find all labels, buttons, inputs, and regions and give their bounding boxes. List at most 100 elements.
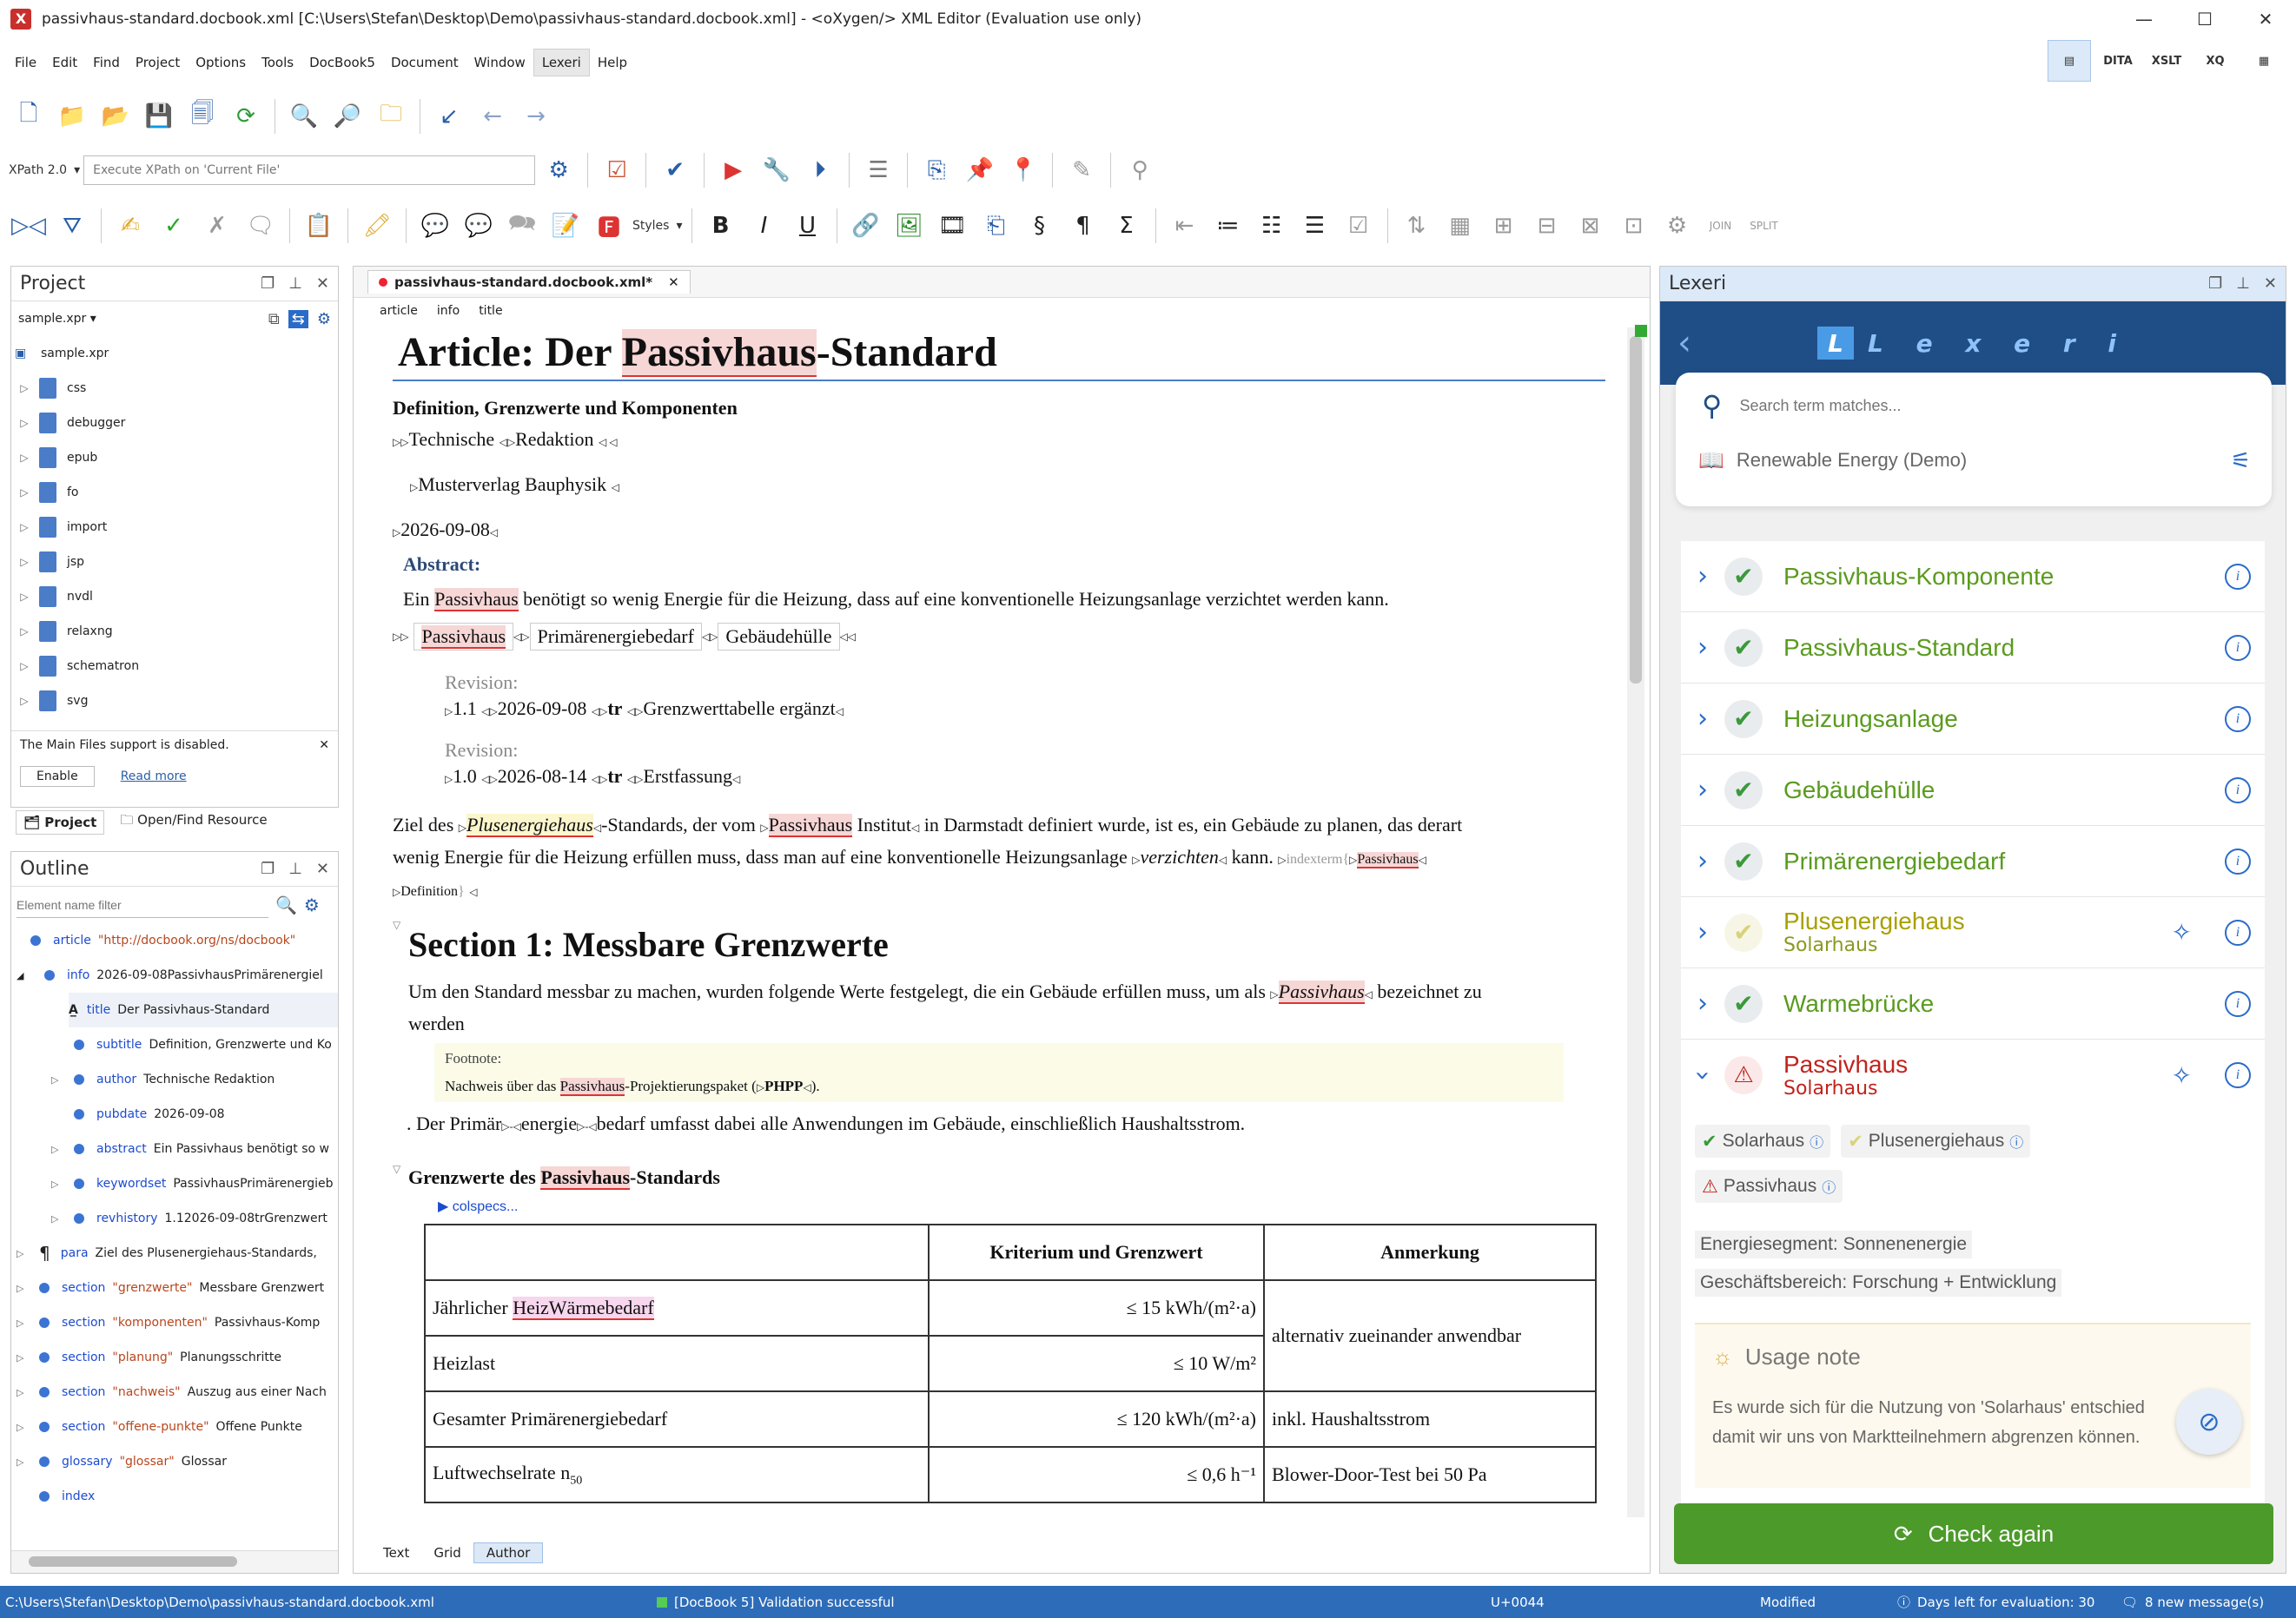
menu-docbook5[interactable]: DocBook5 — [301, 50, 383, 76]
info-icon[interactable]: i — [2225, 563, 2251, 590]
tab-project[interactable]: 🗂 Project — [16, 809, 105, 835]
term-passivhaus[interactable]: Passivhaus — [621, 329, 817, 377]
track-changes-icon[interactable]: ✍ — [110, 206, 150, 246]
insert-row-icon[interactable]: ⊞ — [1484, 206, 1524, 246]
menu-help[interactable]: Help — [590, 50, 635, 76]
outline-row-selected[interactable]: A̲ title Der Passivhaus-Standard — [69, 993, 338, 1027]
evaluation-info[interactable]: ⓘ Days left for evaluation: 30 — [1897, 1593, 2094, 1611]
insert-table-icon[interactable]: ▦ — [1440, 206, 1480, 246]
debug-transformation-icon[interactable]: ⏵ — [800, 150, 840, 190]
outline-row[interactable]: ▷ revhistory 1.12026-09-08trGrenzwert — [17, 1201, 338, 1236]
synonym-chip[interactable]: ✔ Solarhaus ⓘ — [1695, 1125, 1831, 1158]
link-icon[interactable]: 🔗 — [846, 206, 886, 246]
breadcrumb-info[interactable]: info — [437, 304, 460, 318]
fo-icon[interactable]: 🅵 — [589, 206, 629, 246]
xslt-perspective[interactable]: XSLT — [2145, 40, 2188, 82]
configure-transformation-icon[interactable]: 🔧 — [757, 150, 797, 190]
tab-author[interactable]: Author — [473, 1542, 544, 1563]
xpath-version-select[interactable]: XPath 2.0 — [9, 163, 67, 177]
spellcheck-icon[interactable]: ✔ — [655, 150, 695, 190]
validation-status[interactable]: [DocBook 5] Validation successful — [657, 1595, 895, 1610]
menu-file[interactable]: File — [7, 50, 44, 76]
tree-item-folder[interactable]: ▷ fo — [15, 475, 338, 510]
pin-icon[interactable]: ⊥ — [288, 274, 302, 293]
save-all-icon[interactable]: 🗐 — [182, 96, 222, 136]
styles-dropdown[interactable]: Styles ▾ — [632, 219, 683, 233]
tab-text[interactable]: Text — [371, 1543, 421, 1562]
term-item-expanded[interactable]: › ⚠ Passivhaus Solarhaus ✧ i — [1681, 1040, 2265, 1111]
menu-find[interactable]: Find — [85, 50, 128, 76]
unpin-icon[interactable]: ⚲ — [1120, 150, 1160, 190]
ai-sparkle-icon[interactable]: ✧ — [2172, 1061, 2192, 1090]
outline-row[interactable]: pubdate 2026-09-08 — [17, 1097, 338, 1132]
find-in-files-icon[interactable]: 🔎 — [328, 96, 367, 136]
xpath-settings-gear-icon[interactable]: ⚙ — [539, 150, 579, 190]
term-heizwaermebedarf[interactable]: HeizWärmebedarf — [513, 1297, 654, 1320]
menu-tools[interactable]: Tools — [254, 50, 301, 76]
outline-row[interactable]: ▷ section "komponenten" Passivhaus-Komp — [17, 1305, 338, 1340]
info-icon[interactable]: i — [2225, 776, 2251, 803]
term-item[interactable]: › ✔ Gebäudehülle i — [1681, 755, 2265, 826]
menu-options[interactable]: Options — [188, 50, 254, 76]
search-icon[interactable]: 🔍 — [275, 895, 297, 915]
term-passivhaus[interactable]: Passivhaus — [768, 814, 853, 837]
open-url-icon[interactable]: 📂 — [96, 96, 136, 136]
outline-row[interactable]: ▷ keywordset PassivhausPrimärenergieb — [17, 1166, 338, 1201]
find-in-folder-icon[interactable]: 🗀 — [371, 96, 411, 136]
pin-icon[interactable]: ⊥ — [288, 860, 302, 878]
save-icon[interactable]: 💾 — [139, 96, 179, 136]
document-content[interactable]: Article: Der Passivhaus-Standard Definit… — [393, 328, 1609, 1535]
close-icon[interactable]: ✕ — [316, 860, 329, 878]
term-item[interactable]: › ✔ Warmebrücke i — [1681, 968, 2265, 1040]
info-icon[interactable]: ⓘ — [2009, 1131, 2023, 1152]
menu-edit[interactable]: Edit — [44, 50, 85, 76]
editor-tab[interactable]: passivhaus-standard.docbook.xml* ✕ — [367, 270, 691, 294]
validate-icon[interactable]: ☑ — [597, 150, 637, 190]
outline-row[interactable]: article "http://docbook.org/ns/docbook" — [17, 923, 338, 958]
menu-window[interactable]: Window — [466, 50, 533, 76]
tags-display-icon[interactable]: ▷◁ — [9, 206, 49, 246]
term-item[interactable]: › ✔ Heizungsanlage i — [1681, 684, 2265, 755]
italic-icon[interactable]: I — [744, 206, 784, 246]
collapse-all-icon[interactable]: ⧉ — [268, 310, 280, 328]
new-file-icon[interactable]: 🗋 — [9, 96, 49, 136]
edit-comment-icon[interactable]: 💬 — [459, 206, 499, 246]
outline-row[interactable]: ▷ ¶ para Ziel des Plusenergiehaus-Standards… — [17, 1236, 338, 1271]
tree-item-folder[interactable]: ▷ css — [15, 371, 338, 406]
restore-icon[interactable]: ❐ — [261, 860, 275, 878]
tree-item-folder[interactable]: ▷ nvdl — [15, 579, 338, 614]
info-icon[interactable]: i — [2225, 705, 2251, 732]
synonym-chip[interactable]: ⚠ Passivhaus ⓘ — [1695, 1170, 1843, 1203]
term-item[interactable]: › ✔ Passivhaus-Komponente i — [1681, 541, 2265, 612]
tree-item-folder[interactable]: ▷ epub — [15, 440, 338, 475]
manage-comments-icon[interactable]: 🗪 — [502, 206, 542, 246]
term-passivhaus[interactable]: Passivhaus — [559, 1078, 625, 1096]
keyword[interactable]: Gebäudehülle — [718, 623, 840, 651]
pin-icon[interactable]: ⊥ — [2236, 274, 2250, 293]
outline-row[interactable]: ◢ info 2026-09-08PassivhausPrimärenergiel — [17, 958, 338, 993]
menu-document[interactable]: Document — [383, 50, 466, 76]
info-icon[interactable]: i — [2225, 990, 2251, 1017]
restore-icon[interactable]: ❐ — [2208, 274, 2222, 293]
tree-item-folder[interactable]: ▷ schematron — [15, 649, 338, 684]
underline-icon[interactable]: U — [788, 206, 828, 246]
promote-icon[interactable]: ⇤ — [1165, 206, 1205, 246]
reload-icon[interactable]: ⟳ — [226, 96, 266, 136]
element-filter-input[interactable] — [17, 892, 268, 918]
equation-icon[interactable]: Σ — [1107, 206, 1147, 246]
insert-media-icon[interactable]: 🎞 — [933, 206, 973, 246]
breadcrumb-article[interactable]: article — [380, 304, 418, 318]
maximize-button[interactable]: ☐ — [2174, 0, 2235, 38]
breadcrumb-title[interactable]: title — [479, 304, 502, 318]
forward-icon[interactable]: → — [516, 96, 556, 136]
filter-icon[interactable]: ⛛ — [52, 206, 92, 246]
accept-change-icon[interactable]: ✓ — [154, 206, 194, 246]
read-more-link[interactable]: Read more — [121, 769, 187, 783]
colspecs-toggle[interactable]: ▶ colspecs... — [438, 1198, 1609, 1215]
filter-sliders-icon[interactable]: ⚟ — [2231, 447, 2251, 474]
outline-settings-gear-icon[interactable]: ⚙ — [304, 895, 320, 915]
info-icon[interactable]: ⓘ — [1810, 1131, 1823, 1152]
comment-icon[interactable]: 🗨 — [241, 206, 281, 246]
database-perspective-icon[interactable]: ▦ — [2242, 40, 2286, 82]
term-passivhaus[interactable]: Passivhaus — [540, 1166, 631, 1190]
